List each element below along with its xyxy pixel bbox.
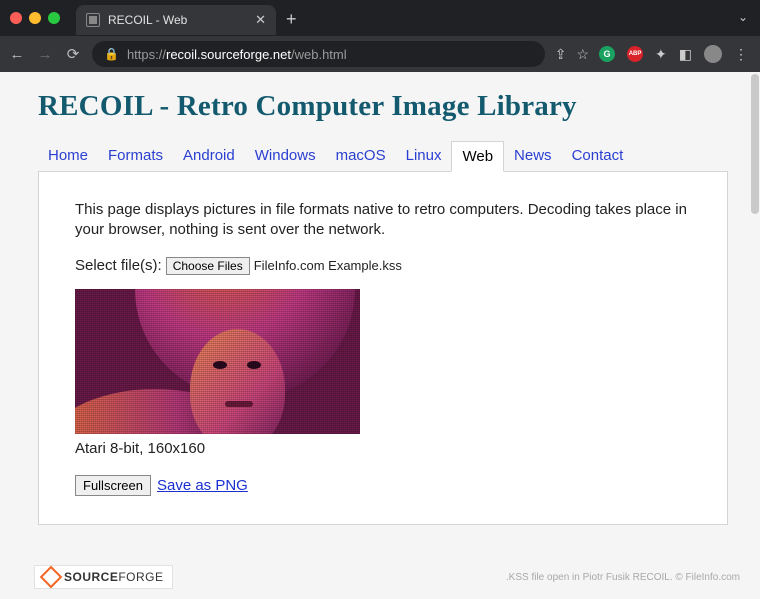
url-field[interactable]: 🔒 https://recoil.sourceforge.net/web.htm…	[92, 41, 545, 67]
abp-extension-icon[interactable]: ABP	[627, 46, 643, 62]
tab-android[interactable]: Android	[173, 141, 245, 172]
page-title: RECOIL - Retro Computer Image Library	[38, 90, 728, 123]
back-button[interactable]: ←	[8, 46, 26, 63]
url-text: https://recoil.sourceforge.net/web.html	[127, 47, 347, 62]
scrollbar[interactable]	[751, 74, 759, 214]
reload-button[interactable]: ⟳	[64, 45, 82, 63]
window-controls	[10, 12, 60, 24]
page-viewport: RECOIL - Retro Computer Image Library Ho…	[0, 72, 760, 599]
titlebar: RECOIL - Web ✕ + ⌄	[0, 0, 760, 36]
menu-icon[interactable]: ⋮	[734, 46, 748, 63]
tab-title: RECOIL - Web	[108, 13, 247, 27]
url-path: /web.html	[291, 47, 347, 62]
grammarly-extension-icon[interactable]: G	[599, 46, 615, 62]
choose-files-button[interactable]: Choose Files	[166, 257, 250, 275]
tab-home[interactable]: Home	[38, 141, 98, 172]
share-icon[interactable]: ⇪	[555, 46, 567, 63]
favicon-icon	[86, 13, 100, 27]
tab-macos[interactable]: macOS	[326, 141, 396, 172]
select-label: Select file(s):	[75, 257, 162, 274]
footer: SOURCEFORGE .KSS file open in Piotr Fusi…	[34, 565, 740, 589]
tab-web[interactable]: Web	[451, 141, 504, 172]
tabs-dropdown-icon[interactable]: ⌄	[738, 10, 748, 24]
forward-button: →	[36, 46, 54, 63]
extension-icons: G ABP ✦ ◧ ⋮	[599, 45, 752, 63]
sourceforge-icon	[43, 569, 59, 585]
save-png-link[interactable]: Save as PNG	[157, 477, 248, 494]
maximize-window-button[interactable]	[48, 12, 60, 24]
tab-linux[interactable]: Linux	[396, 141, 452, 172]
reader-icon[interactable]: ◧	[679, 46, 692, 63]
image-preview	[75, 289, 360, 434]
extensions-icon[interactable]: ✦	[655, 46, 667, 63]
close-tab-icon[interactable]: ✕	[255, 12, 266, 28]
lock-icon: 🔒	[104, 47, 119, 61]
intro-text: This page displays pictures in file form…	[75, 200, 691, 241]
image-caption: Atari 8-bit, 160x160	[75, 440, 691, 457]
content-panel: This page displays pictures in file form…	[38, 171, 728, 525]
tab-news[interactable]: News	[504, 141, 562, 172]
page-content: RECOIL - Retro Computer Image Library Ho…	[0, 72, 760, 525]
actions-row: Fullscreen Save as PNG	[75, 475, 691, 496]
profile-avatar[interactable]	[704, 45, 722, 63]
browser-chrome: RECOIL - Web ✕ + ⌄ ← → ⟳ 🔒 https://recoi…	[0, 0, 760, 72]
selected-filename: FileInfo.com Example.kss	[254, 258, 402, 273]
fullscreen-button[interactable]: Fullscreen	[75, 475, 151, 496]
tab-windows[interactable]: Windows	[245, 141, 326, 172]
browser-tab[interactable]: RECOIL - Web ✕	[76, 5, 276, 35]
url-scheme: https://	[127, 47, 166, 62]
sourceforge-text: SOURCEFORGE	[64, 570, 164, 584]
url-host: recoil.sourceforge.net	[166, 47, 291, 62]
new-tab-button[interactable]: +	[286, 9, 297, 30]
close-window-button[interactable]	[10, 12, 22, 24]
address-bar: ← → ⟳ 🔒 https://recoil.sourceforge.net/w…	[0, 36, 760, 72]
nav-tabs: HomeFormatsAndroidWindowsmacOSLinuxWebNe…	[38, 141, 728, 172]
file-select-row: Select file(s): Choose Files FileInfo.co…	[75, 257, 691, 275]
tab-contact[interactable]: Contact	[562, 141, 634, 172]
credit-text: .KSS file open in Piotr Fusik RECOIL. © …	[506, 572, 740, 583]
tab-formats[interactable]: Formats	[98, 141, 173, 172]
bookmark-icon[interactable]: ☆	[576, 46, 589, 63]
sourceforge-logo[interactable]: SOURCEFORGE	[34, 565, 173, 589]
minimize-window-button[interactable]	[29, 12, 41, 24]
